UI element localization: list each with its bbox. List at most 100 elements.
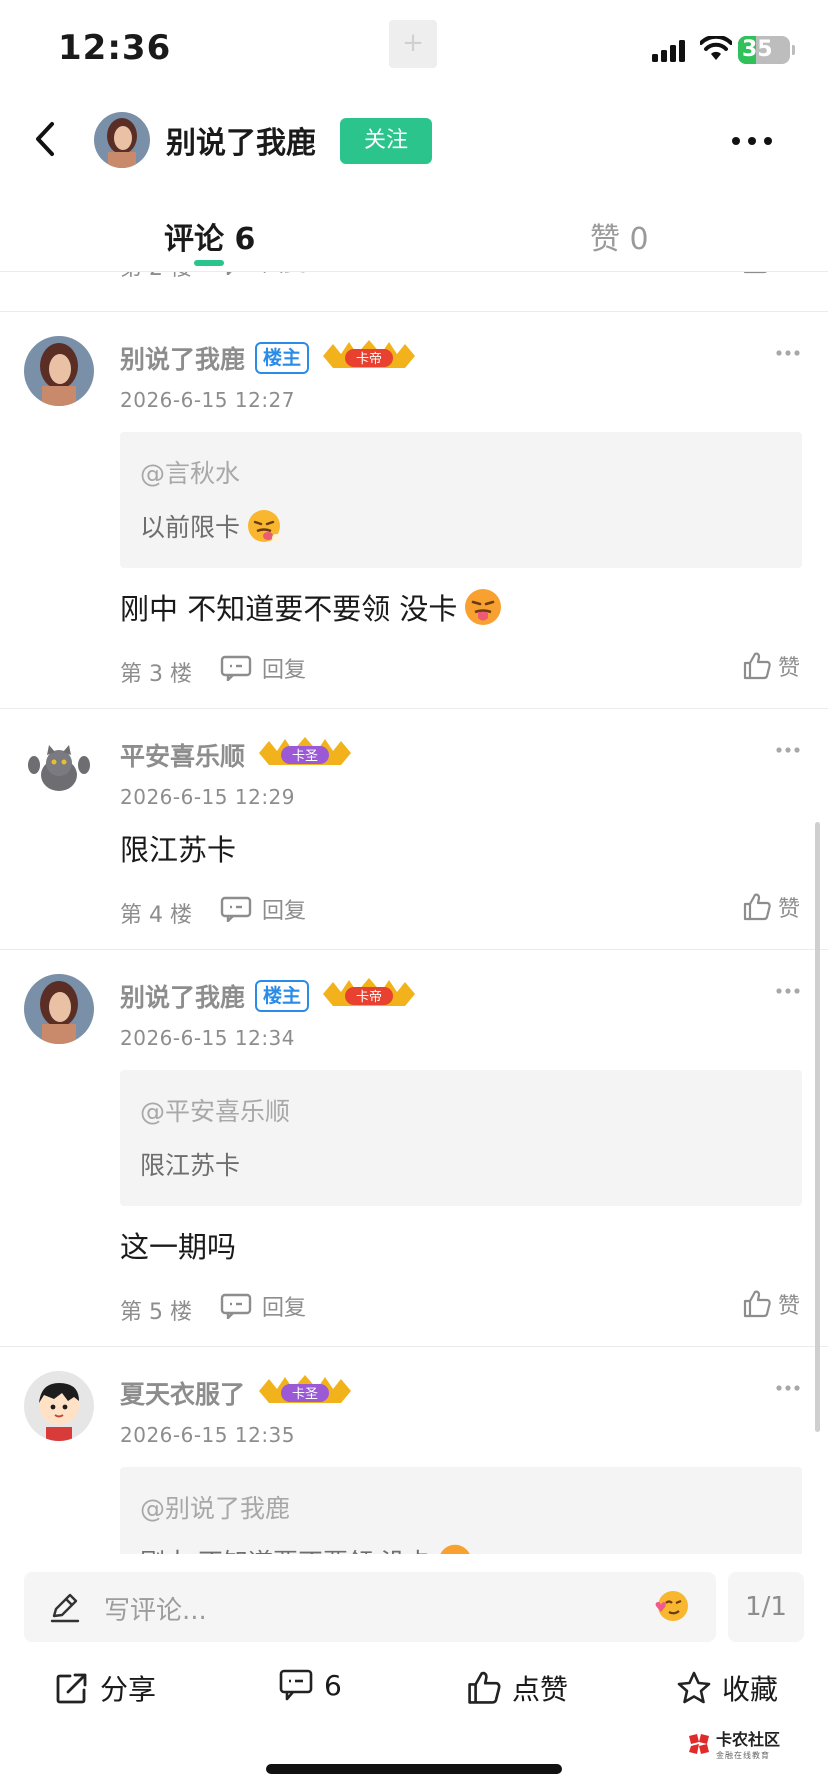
- comment-count-button[interactable]: 6: [278, 1668, 342, 1702]
- status-time: 12:36: [58, 28, 172, 68]
- medal-label: 卡帝: [356, 989, 382, 1005]
- commenter-avatar[interactable]: [24, 336, 94, 406]
- medal-label: 卡圣: [292, 1387, 318, 1402]
- comment-text: 刚中 不知道要不要领 没卡: [120, 592, 458, 626]
- comment-list[interactable]: 第 2 楼 回复 赞: [0, 272, 828, 1554]
- more-icon[interactable]: [722, 116, 782, 166]
- quoted-text: 限江苏卡: [140, 1151, 241, 1180]
- quoted-text: 刚中 不知道要不要领 没卡: [140, 1543, 431, 1554]
- medal-label: 卡圣: [292, 749, 318, 764]
- pen-icon: [50, 1593, 80, 1623]
- reply-icon: [226, 272, 232, 275]
- quoted-comment[interactable]: @言秋水 以前限卡: [120, 432, 802, 568]
- medal-badge: 卡圣: [255, 737, 355, 773]
- action-bar: 分享 6 点赞 收藏: [0, 1660, 828, 1730]
- brand-subtitle: 金融在线教育: [716, 1751, 770, 1760]
- quoted-text: 以前限卡: [140, 513, 241, 542]
- commenter-avatar[interactable]: [24, 733, 94, 803]
- comment-time: 2026-6-15 12:34: [120, 1026, 295, 1050]
- like-label: 赞: [778, 272, 800, 276]
- quoted-user: @别说了我鹿: [140, 1494, 291, 1523]
- author-avatar[interactable]: [94, 112, 150, 168]
- emoji-picker-icon[interactable]: [652, 1586, 692, 1626]
- thumbs-up-icon: [743, 272, 768, 274]
- quoted-user: @平安喜乐顺: [140, 1097, 291, 1126]
- tongue-out-emoji-icon: [465, 589, 502, 625]
- face-with-tongue-emoji-icon: [248, 510, 281, 542]
- thumbs-up-icon: [743, 893, 771, 921]
- commenter-avatar[interactable]: [24, 1371, 94, 1441]
- tab-bar: 评论 6 赞 0: [0, 196, 828, 272]
- reply-button[interactable]: 回复: [220, 893, 306, 925]
- back-icon[interactable]: [22, 114, 72, 164]
- thumbs-up-icon: [743, 652, 771, 680]
- comment-time: 2026-6-15 12:29: [120, 785, 295, 809]
- comment-item: 别说了我鹿 楼主 卡帝 2026-6-15 12:34 @平安喜乐顺 限江苏卡 …: [0, 950, 828, 1347]
- follow-button[interactable]: 关注: [340, 118, 432, 164]
- comment-partial: 第 2 楼 回复 赞: [0, 272, 828, 312]
- comment-more-icon[interactable]: [776, 342, 800, 361]
- brand-logo-icon: [689, 1733, 709, 1754]
- comment-more-icon[interactable]: [776, 980, 800, 999]
- reply-button[interactable]: 回复: [220, 272, 306, 278]
- reply-icon: [220, 1293, 252, 1319]
- comment-count: 6: [324, 1668, 342, 1702]
- medal-badge: 卡帝: [319, 978, 419, 1014]
- like-post-button[interactable]: 点赞: [466, 1668, 568, 1708]
- comment-text: 限江苏卡: [120, 833, 237, 867]
- reply-label: 回复: [262, 658, 307, 683]
- quoted-comment[interactable]: @平安喜乐顺 限江苏卡: [120, 1070, 802, 1206]
- thumbs-up-icon: [743, 1290, 771, 1318]
- floor-number: 第 4 楼: [120, 903, 192, 928]
- tab-comments[interactable]: 评论 6: [164, 214, 255, 258]
- like-button[interactable]: 赞: [742, 891, 800, 923]
- floor-number: 第 3 楼: [120, 662, 192, 687]
- tab-likes[interactable]: 赞 0: [590, 214, 649, 258]
- commenter-name[interactable]: 夏天衣服了: [120, 1375, 245, 1411]
- reply-button[interactable]: 回复: [220, 652, 306, 684]
- favorite-button[interactable]: 收藏: [676, 1668, 778, 1708]
- commenter-name[interactable]: 平安喜乐顺: [120, 737, 245, 773]
- reply-label: 回复: [262, 272, 306, 278]
- like-button[interactable]: 赞: [742, 1288, 800, 1320]
- quoted-comment[interactable]: @别说了我鹿 刚中 不知道要不要领 没卡: [120, 1467, 802, 1554]
- share-button[interactable]: 分享: [54, 1668, 156, 1708]
- share-icon: [56, 1673, 87, 1704]
- screen-record-icon: +: [389, 20, 437, 68]
- comment-input[interactable]: 写评论...: [24, 1572, 716, 1642]
- owner-badge: 楼主: [255, 980, 310, 1012]
- commenter-name[interactable]: 别说了我鹿: [120, 340, 245, 376]
- share-label: 分享: [100, 1673, 157, 1706]
- like-button[interactable]: 赞: [742, 650, 800, 682]
- battery-tip: [792, 45, 795, 55]
- reply-label: 回复: [262, 899, 307, 924]
- comment-more-icon[interactable]: [776, 1377, 800, 1396]
- tongue-out-emoji-icon: [440, 1544, 470, 1554]
- favorite-label: 收藏: [722, 1673, 779, 1706]
- scrollbar[interactable]: [815, 822, 820, 1432]
- comment-item: 夏天衣服了 卡圣 2026-6-15 12:35 @别说了我鹿 刚中 不知道要不…: [0, 1347, 828, 1554]
- post-header: 别说了我鹿 关注: [0, 96, 828, 186]
- commenter-name[interactable]: 别说了我鹿: [120, 978, 245, 1014]
- comment-time: 2026-6-15 12:27: [120, 388, 295, 412]
- like-button[interactable]: 赞: [742, 272, 800, 276]
- like-label: 赞: [777, 656, 800, 681]
- reply-icon: [220, 655, 252, 681]
- comment-placeholder: 写评论...: [104, 1596, 207, 1626]
- floor-number: 第 2 楼: [120, 272, 192, 282]
- comment-item: 别说了我鹿 楼主 卡帝 2026-6-15 12:27 @言秋水 以前限卡 刚中…: [0, 312, 828, 709]
- like-label: 赞: [777, 897, 800, 922]
- owner-badge: 楼主: [255, 342, 310, 374]
- author-name[interactable]: 别说了我鹿: [166, 118, 316, 162]
- like-post-label: 点赞: [512, 1673, 569, 1706]
- comment-text: 这一期吗: [120, 1230, 237, 1264]
- medal-badge: 卡圣: [255, 1375, 355, 1411]
- commenter-avatar[interactable]: [24, 974, 94, 1044]
- comment-more-icon[interactable]: [776, 739, 800, 758]
- quoted-user: @言秋水: [140, 459, 241, 488]
- reply-button[interactable]: 回复: [220, 1290, 306, 1322]
- reply-icon: [220, 896, 252, 922]
- thumbs-up-icon: [468, 1671, 501, 1704]
- brand-watermark: 卡农社区 金融在线教育: [686, 1726, 780, 1761]
- page-indicator[interactable]: 1/1: [728, 1572, 804, 1642]
